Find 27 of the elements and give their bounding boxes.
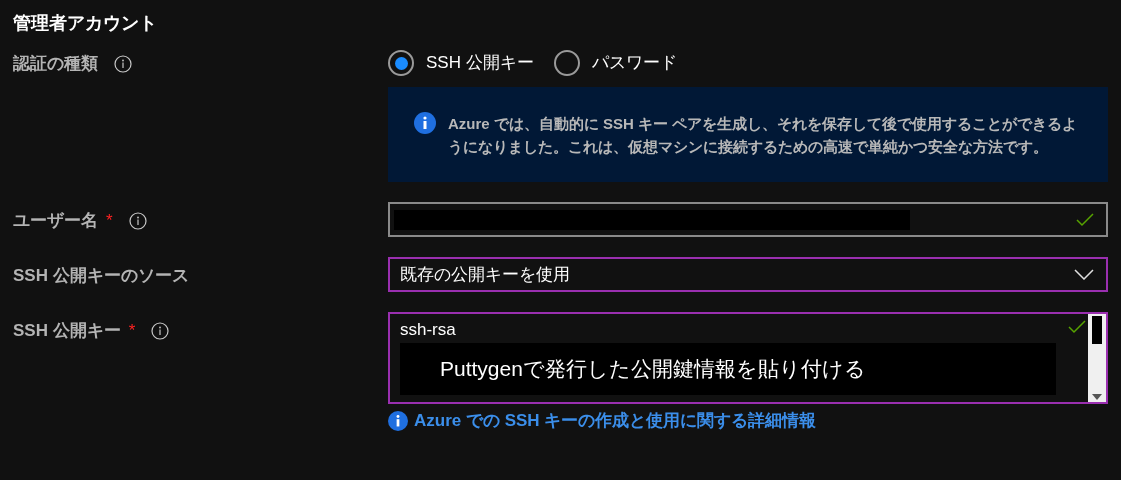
chevron-down-icon <box>1074 269 1094 280</box>
notice-text: Azure では、自動的に SSH キー ペアを生成し、それを保存して後で使用することができるようになりました。これは、仮想マシンに接続するための高速で単純かつ安全な方法です。 <box>448 114 1079 157</box>
required-mark: * <box>106 210 113 232</box>
info-icon <box>414 112 436 134</box>
scroll-down-icon[interactable] <box>1092 394 1102 400</box>
source-dropdown[interactable]: 既存の公開キーを使用 <box>388 257 1108 292</box>
check-icon <box>1076 212 1094 227</box>
info-icon[interactable] <box>151 321 170 340</box>
scrollbar-thumb[interactable] <box>1092 316 1102 344</box>
check-icon <box>1068 320 1086 334</box>
scrollbar[interactable] <box>1088 314 1106 402</box>
section-title: 管理者アカウント <box>12 12 158 35</box>
public-key-field[interactable]: ssh-rsa Puttygenで発行した公開鍵情報を貼り付ける <box>388 312 1108 404</box>
help-link[interactable]: Azure での SSH キーの作成と使用に関する詳細情報 <box>388 408 1108 434</box>
info-icon[interactable] <box>128 211 147 230</box>
field-label: SSH 公開キーのソース <box>13 265 189 287</box>
required-mark: * <box>128 320 136 342</box>
info-icon <box>388 410 408 431</box>
radio-option[interactable]: SSH 公開キー <box>388 50 534 76</box>
field-label: ユーザー名 <box>13 210 98 232</box>
annotation-text: Puttygenで発行した公開鍵情報を貼り付ける <box>440 356 866 383</box>
info-icon[interactable] <box>114 54 132 73</box>
field-label: SSH 公開キー <box>13 320 121 342</box>
username-field[interactable] <box>388 202 1108 237</box>
field-label: 認証の種類 <box>13 53 98 75</box>
radio-option[interactable]: パスワード <box>553 50 677 76</box>
key-text: ssh-rsa <box>400 320 457 340</box>
